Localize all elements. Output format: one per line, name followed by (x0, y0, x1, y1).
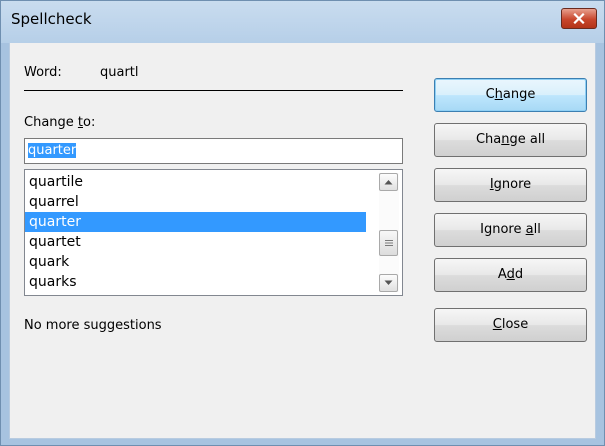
close-button[interactable]: Close (434, 308, 587, 342)
suggestion-item[interactable]: quartile (25, 172, 366, 192)
change-to-value: quarter (28, 143, 77, 158)
scroll-up-arrow-icon (384, 180, 393, 185)
suggestions-scrollbar[interactable] (379, 173, 399, 292)
scroll-down-button[interactable] (379, 274, 398, 292)
suggestion-item[interactable]: quarter (25, 212, 366, 232)
scroll-thumb[interactable] (379, 230, 398, 256)
spellcheck-dialog: Spellcheck Word: quartl Change to: quart… (0, 0, 605, 446)
ignore-all-button[interactable]: Ignore all (434, 213, 587, 247)
misspelled-word: quartl (100, 65, 139, 80)
window-title: Spellcheck (11, 10, 92, 28)
ignore-button[interactable]: Ignore (434, 168, 587, 202)
word-separator (24, 90, 403, 91)
suggestion-item[interactable]: quark (25, 252, 366, 272)
suggestion-item[interactable]: quarks (25, 272, 366, 292)
change-all-button[interactable]: Change all (434, 123, 587, 157)
scroll-grip-icon (384, 240, 393, 246)
suggestions-listbox[interactable]: quartile quarrel quarter quartet quark quarks (24, 169, 403, 296)
scroll-up-button[interactable] (379, 173, 398, 191)
close-x-icon (573, 13, 585, 24)
word-label: Word: (24, 65, 62, 80)
scroll-down-arrow-icon (384, 280, 393, 285)
close-window-button[interactable] (561, 8, 597, 29)
dialog-body: Word: quartl Change to: quarter quartile… (9, 43, 596, 439)
change-button[interactable]: Change (434, 78, 587, 112)
status-message: No more suggestions (24, 318, 162, 333)
change-to-label: Change to: (24, 115, 96, 130)
suggestion-item[interactable]: quartet (25, 232, 366, 252)
suggestion-item[interactable]: quarrel (25, 192, 366, 212)
title-bar[interactable]: Spellcheck (1, 1, 604, 43)
change-to-input[interactable]: quarter (24, 138, 403, 164)
suggestions-list: quartile quarrel quarter quartet quark quarks (25, 172, 366, 292)
add-button[interactable]: Add (434, 258, 587, 292)
